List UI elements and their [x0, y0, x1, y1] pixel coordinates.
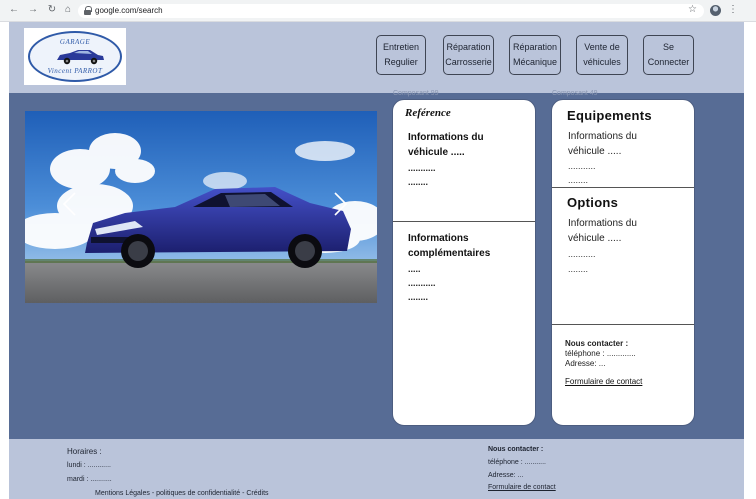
- site-header: GARAGE Vincent PARROT Entretien Regulier …: [9, 22, 744, 93]
- vehicle-info-dots1: ...........: [408, 163, 436, 173]
- nav-entretien-button[interactable]: Entretien Regulier: [376, 35, 426, 75]
- extra-info-dots3: ........: [408, 292, 429, 302]
- equipment-dots2: ........: [568, 175, 589, 185]
- nav-carrosserie-button[interactable]: Réparation Carrosserie: [443, 35, 494, 75]
- vehicle-info-line1: Informations du: [408, 132, 484, 143]
- logo-top-text: GARAGE: [59, 38, 91, 46]
- footer-contact-form-link[interactable]: Formulaire de contact: [488, 484, 556, 491]
- arrow-left-icon[interactable]: ←: [8, 4, 20, 16]
- nav-mecanique-button[interactable]: Réparation Mécanique: [509, 35, 561, 75]
- chevron-right-icon[interactable]: [331, 191, 349, 217]
- kebab-menu-icon[interactable]: ⋮: [728, 4, 738, 16]
- browser-toolbar: ← → ↻ ⌂ google.com/search ☆ ⋮: [0, 0, 756, 22]
- equipment-panel: Equipements Informations du véhicule ...…: [551, 99, 695, 426]
- extra-info-line1: Informations: [408, 233, 469, 244]
- reload-icon[interactable]: ↻: [46, 4, 58, 16]
- logo-emblem: GARAGE Vincent PARROT: [28, 31, 122, 82]
- equipment-dots1: ...........: [568, 161, 596, 171]
- contact-form-link[interactable]: Formulaire de contact: [565, 377, 642, 386]
- vehicle-info-line2: véhicule .....: [408, 147, 465, 158]
- options-title: Options: [567, 195, 619, 210]
- nav-vente-button[interactable]: Vente de véhicules: [576, 35, 628, 75]
- chevron-left-icon[interactable]: [61, 191, 79, 217]
- extra-info-dots1: .....: [408, 264, 421, 274]
- nav-label-line1: Se: [662, 42, 674, 52]
- nav-connect-button[interactable]: Se Connecter: [643, 35, 694, 75]
- options-line1: Informations du: [568, 218, 637, 229]
- equipment-line1: Informations du: [568, 131, 637, 142]
- contact-phone: téléphone : .............: [565, 349, 636, 358]
- options-line2: véhicule .....: [568, 233, 622, 244]
- options-dots2: ........: [568, 264, 589, 274]
- lock-icon: [84, 6, 92, 15]
- contact-title: Nous contacter :: [565, 339, 629, 348]
- panel-divider: [393, 221, 535, 222]
- footer-tuesday: mardi : ...........: [67, 476, 112, 483]
- panel-divider: [552, 324, 694, 325]
- garage-logo[interactable]: GARAGE Vincent PARROT: [24, 28, 126, 85]
- extra-info-line2: complémentaires: [408, 248, 491, 259]
- footer-hours-title: Horaires :: [67, 447, 102, 456]
- reference-title: Reférence: [405, 107, 451, 119]
- ghost-label-right: Composant 49: [552, 90, 598, 97]
- nav-label-line2: véhicules: [583, 57, 621, 67]
- nav-label-line1: Réparation: [446, 42, 491, 52]
- panel-divider: [552, 187, 694, 188]
- nav-label-line2: Connecter: [647, 57, 690, 67]
- equipment-line2: véhicule .....: [568, 146, 622, 157]
- nav-label-line1: Réparation: [512, 42, 558, 52]
- car-carousel[interactable]: [25, 111, 377, 303]
- equipment-title: Equipements: [567, 108, 652, 123]
- footer-phone: téléphone : ...........: [488, 459, 546, 466]
- extra-info-dots2: ...........: [408, 278, 436, 288]
- home-icon[interactable]: ⌂: [62, 4, 74, 16]
- logo-car-icon: [57, 50, 104, 65]
- arrow-right-icon[interactable]: →: [27, 4, 39, 16]
- reference-panel: Reférence Informations du véhicule .....…: [392, 99, 536, 426]
- nav-label-line2: Mécanique: [512, 57, 558, 67]
- options-dots1: ...........: [568, 249, 596, 259]
- site-footer: Horaires : lundi : ............ mardi : …: [9, 439, 744, 499]
- profile-avatar[interactable]: [710, 5, 721, 16]
- footer-monday: lundi : ............: [67, 462, 111, 469]
- address-bar-url[interactable]: google.com/search: [95, 5, 163, 17]
- main-content: Composant 99 Composant 49 Reférence Info…: [9, 90, 744, 439]
- address-bar[interactable]: google.com/search: [78, 4, 704, 18]
- footer-contact-title: Nous contacter :: [488, 446, 544, 453]
- footer-address: Adresse: ...: [488, 472, 524, 479]
- nav-label-line2: Carrosserie: [445, 57, 492, 67]
- nav-label-line2: Regulier: [384, 57, 418, 67]
- footer-legal-links[interactable]: Mentions Légales - politiques de confide…: [95, 489, 269, 498]
- contact-address: Adresse: ...: [565, 359, 606, 368]
- star-icon[interactable]: ☆: [688, 4, 697, 16]
- nav-label-line1: Entretien: [382, 42, 420, 52]
- ghost-label-left: Composant 99: [393, 90, 439, 97]
- logo-bottom-text: Vincent PARROT: [47, 67, 103, 75]
- vehicle-info-dots2: ........: [408, 177, 429, 187]
- nav-label-line1: Vente de: [584, 42, 620, 52]
